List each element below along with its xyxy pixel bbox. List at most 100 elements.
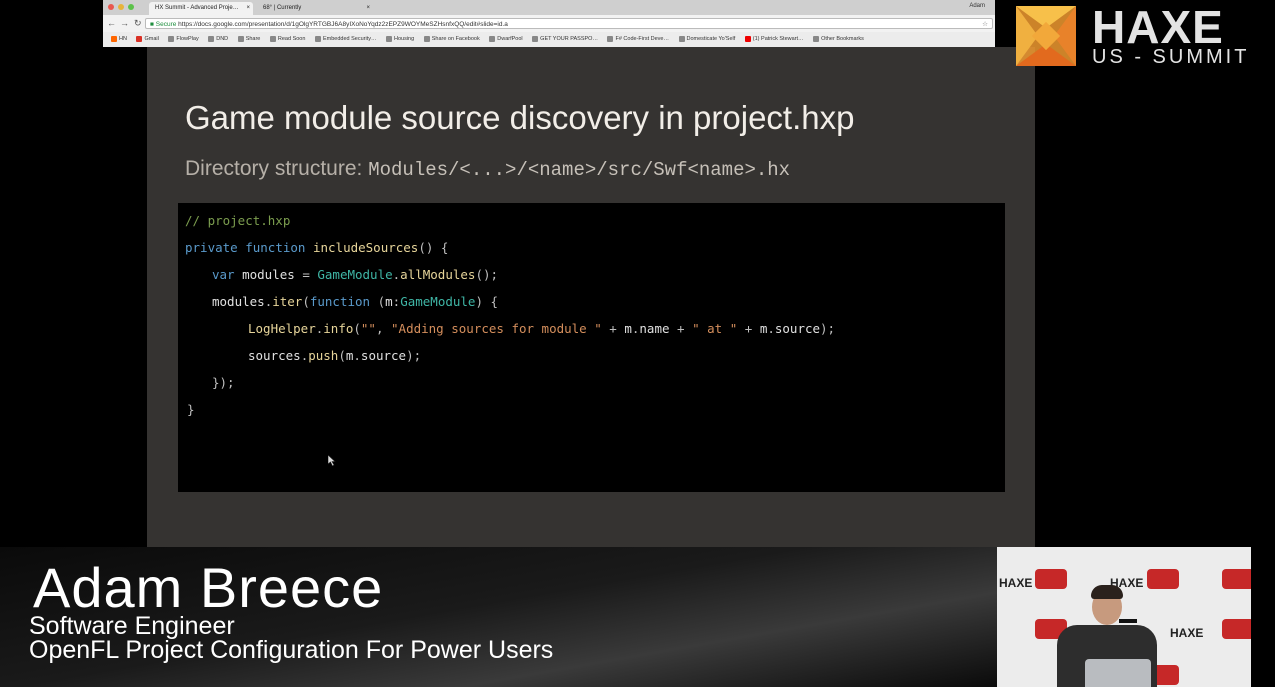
identifier: source (774, 321, 821, 336)
subtitle-label: Directory structure: (185, 157, 363, 180)
bookmark-read-soon[interactable]: Read Soon (269, 32, 305, 47)
microphone (1119, 619, 1137, 623)
bookmark-icon (111, 35, 117, 42)
function-name: allModules (400, 267, 476, 282)
folder-icon (237, 35, 244, 42)
talk-title: OpenFL Project Configuration For Power U… (29, 636, 554, 664)
bookmark-label: (1) Patrick Stewart… (752, 36, 804, 42)
page-icon (678, 35, 685, 42)
reload-icon[interactable]: ↻ (134, 17, 142, 30)
url-text: https://docs.google.com/presentation/d/1… (178, 21, 508, 28)
bookmark-label: F# Code-First Deve… (615, 36, 669, 42)
bookmark-gmail[interactable]: Gmail (136, 32, 159, 47)
bookmark-label: Housing (394, 36, 415, 42)
speaker-name: Adam Breece (33, 556, 384, 619)
folder-icon (208, 35, 215, 42)
bookmark-housing[interactable]: Housing (386, 32, 414, 47)
string-literal: "" (360, 321, 376, 336)
identifier: modules (242, 267, 295, 282)
bookmark-domesticate[interactable]: Domesticate Yo'Self (678, 32, 736, 47)
speaker-hair (1091, 585, 1123, 599)
bookmark-label: Domesticate Yo'Self (686, 36, 736, 42)
laptop (1085, 659, 1151, 687)
bookmark-share[interactable]: Share (237, 32, 261, 47)
code-line-1: // project.hxp (185, 213, 290, 229)
page-icon (532, 35, 539, 42)
page-icon (423, 35, 430, 42)
identifier: sources (248, 348, 301, 363)
close-tab-icon[interactable]: × (246, 2, 250, 15)
bookmark-label: HN (119, 36, 127, 42)
code-line-4: modules.iter(function (m:GameModule) { (212, 294, 498, 310)
speaker-camera-feed: HAXE HAXE HAXE (997, 547, 1251, 687)
bookmark-label: Share on Facebook (431, 36, 480, 42)
punctuation: . (767, 321, 775, 336)
bookmark-label: DND (216, 36, 229, 42)
bookmark-share-facebook[interactable]: Share on Facebook (423, 32, 480, 47)
type-name: GameModule (317, 267, 393, 282)
bookmark-label: Other Bookmarks (821, 36, 864, 42)
close-window-icon[interactable] (108, 4, 114, 10)
code-line-8: } (187, 402, 195, 417)
profile-name[interactable]: Adam (969, 3, 985, 9)
folder-icon (386, 35, 392, 42)
sponsor-logo (1222, 619, 1251, 639)
keyword: var (212, 267, 235, 282)
bookmark-dwarfpool[interactable]: DwarfPool (489, 32, 523, 47)
bookmark-patrick-stewart[interactable]: (1) Patrick Stewart… (744, 32, 804, 47)
star-icon[interactable]: ☆ (982, 19, 988, 28)
code-block: // project.hxp private function includeS… (178, 203, 1005, 492)
tab-label: HX Summit - Advanced Proje… (155, 5, 239, 11)
forward-icon[interactable]: → (120, 17, 129, 30)
bookmark-label: Share (245, 36, 261, 42)
tab-slides[interactable]: HX Summit - Advanced Proje… × (149, 2, 253, 15)
punctuation: + (737, 321, 760, 336)
bookmark-flowplay[interactable]: FlowPlay (168, 32, 199, 47)
punctuation: ( (370, 294, 386, 309)
string-literal: " at " (692, 321, 738, 336)
folder-icon (269, 35, 276, 42)
lock-icon: ■ (150, 21, 154, 28)
presentation-slide: Game module source discovery in project.… (147, 47, 1035, 547)
function-name: info (323, 321, 354, 336)
bookmark-label: GET YOUR PASSPO… (540, 36, 598, 42)
bookmark-label: Gmail (144, 36, 159, 42)
tab-label: 68° | Currently (263, 5, 302, 11)
backdrop-brand: HAXE (999, 576, 1033, 590)
punctuation: . (353, 348, 361, 363)
function-name: iter (272, 294, 303, 309)
punctuation: ( (302, 294, 310, 309)
bookmark-fsharp[interactable]: F# Code-First Deve… (607, 32, 669, 47)
navigation-bar: ← → ↻ ■ Secure https://docs.google.com/p… (103, 15, 995, 32)
close-tab-icon[interactable]: × (366, 2, 370, 15)
bookmark-embedded-security[interactable]: Embedded Security… (314, 32, 376, 47)
punctuation: ); (820, 321, 836, 336)
folder-icon (813, 35, 820, 42)
bookmark-passport[interactable]: GET YOUR PASSPO… (532, 32, 598, 47)
bookmark-label: FlowPlay (176, 36, 199, 42)
identifier: name (639, 321, 670, 336)
bookmark-dnd[interactable]: DND (208, 32, 228, 47)
bookmark-other[interactable]: Other Bookmarks (813, 32, 864, 47)
bookmark-icon (136, 35, 143, 42)
code-line-5: LogHelper. info("", "Adding sources for m… (248, 321, 835, 337)
punctuation: = (294, 267, 318, 282)
address-bar[interactable]: ■ Secure https://docs.google.com/present… (145, 18, 993, 29)
secure-label: Secure (155, 21, 177, 28)
page-icon (607, 35, 614, 42)
tab-weather[interactable]: 68° | Currently × (257, 2, 373, 15)
function-name: push (308, 348, 339, 363)
bookmark-hn[interactable]: HN (111, 32, 127, 47)
code-comment: // project.hxp (185, 213, 291, 228)
browser-window: HX Summit - Advanced Proje… × 68° | Curr… (103, 0, 995, 47)
folder-icon (168, 35, 175, 42)
back-icon[interactable]: ← (107, 17, 116, 30)
maximize-window-icon[interactable] (128, 4, 134, 10)
bookmarks-bar: HN Gmail FlowPlay DND Share Read Soon Em… (103, 32, 995, 47)
haxe-x-icon (1016, 6, 1076, 66)
minimize-window-icon[interactable] (118, 4, 124, 10)
punctuation: + (669, 321, 693, 336)
keyword: function (245, 240, 306, 255)
sponsor-logo (1222, 569, 1251, 589)
keyword: function (309, 294, 371, 309)
